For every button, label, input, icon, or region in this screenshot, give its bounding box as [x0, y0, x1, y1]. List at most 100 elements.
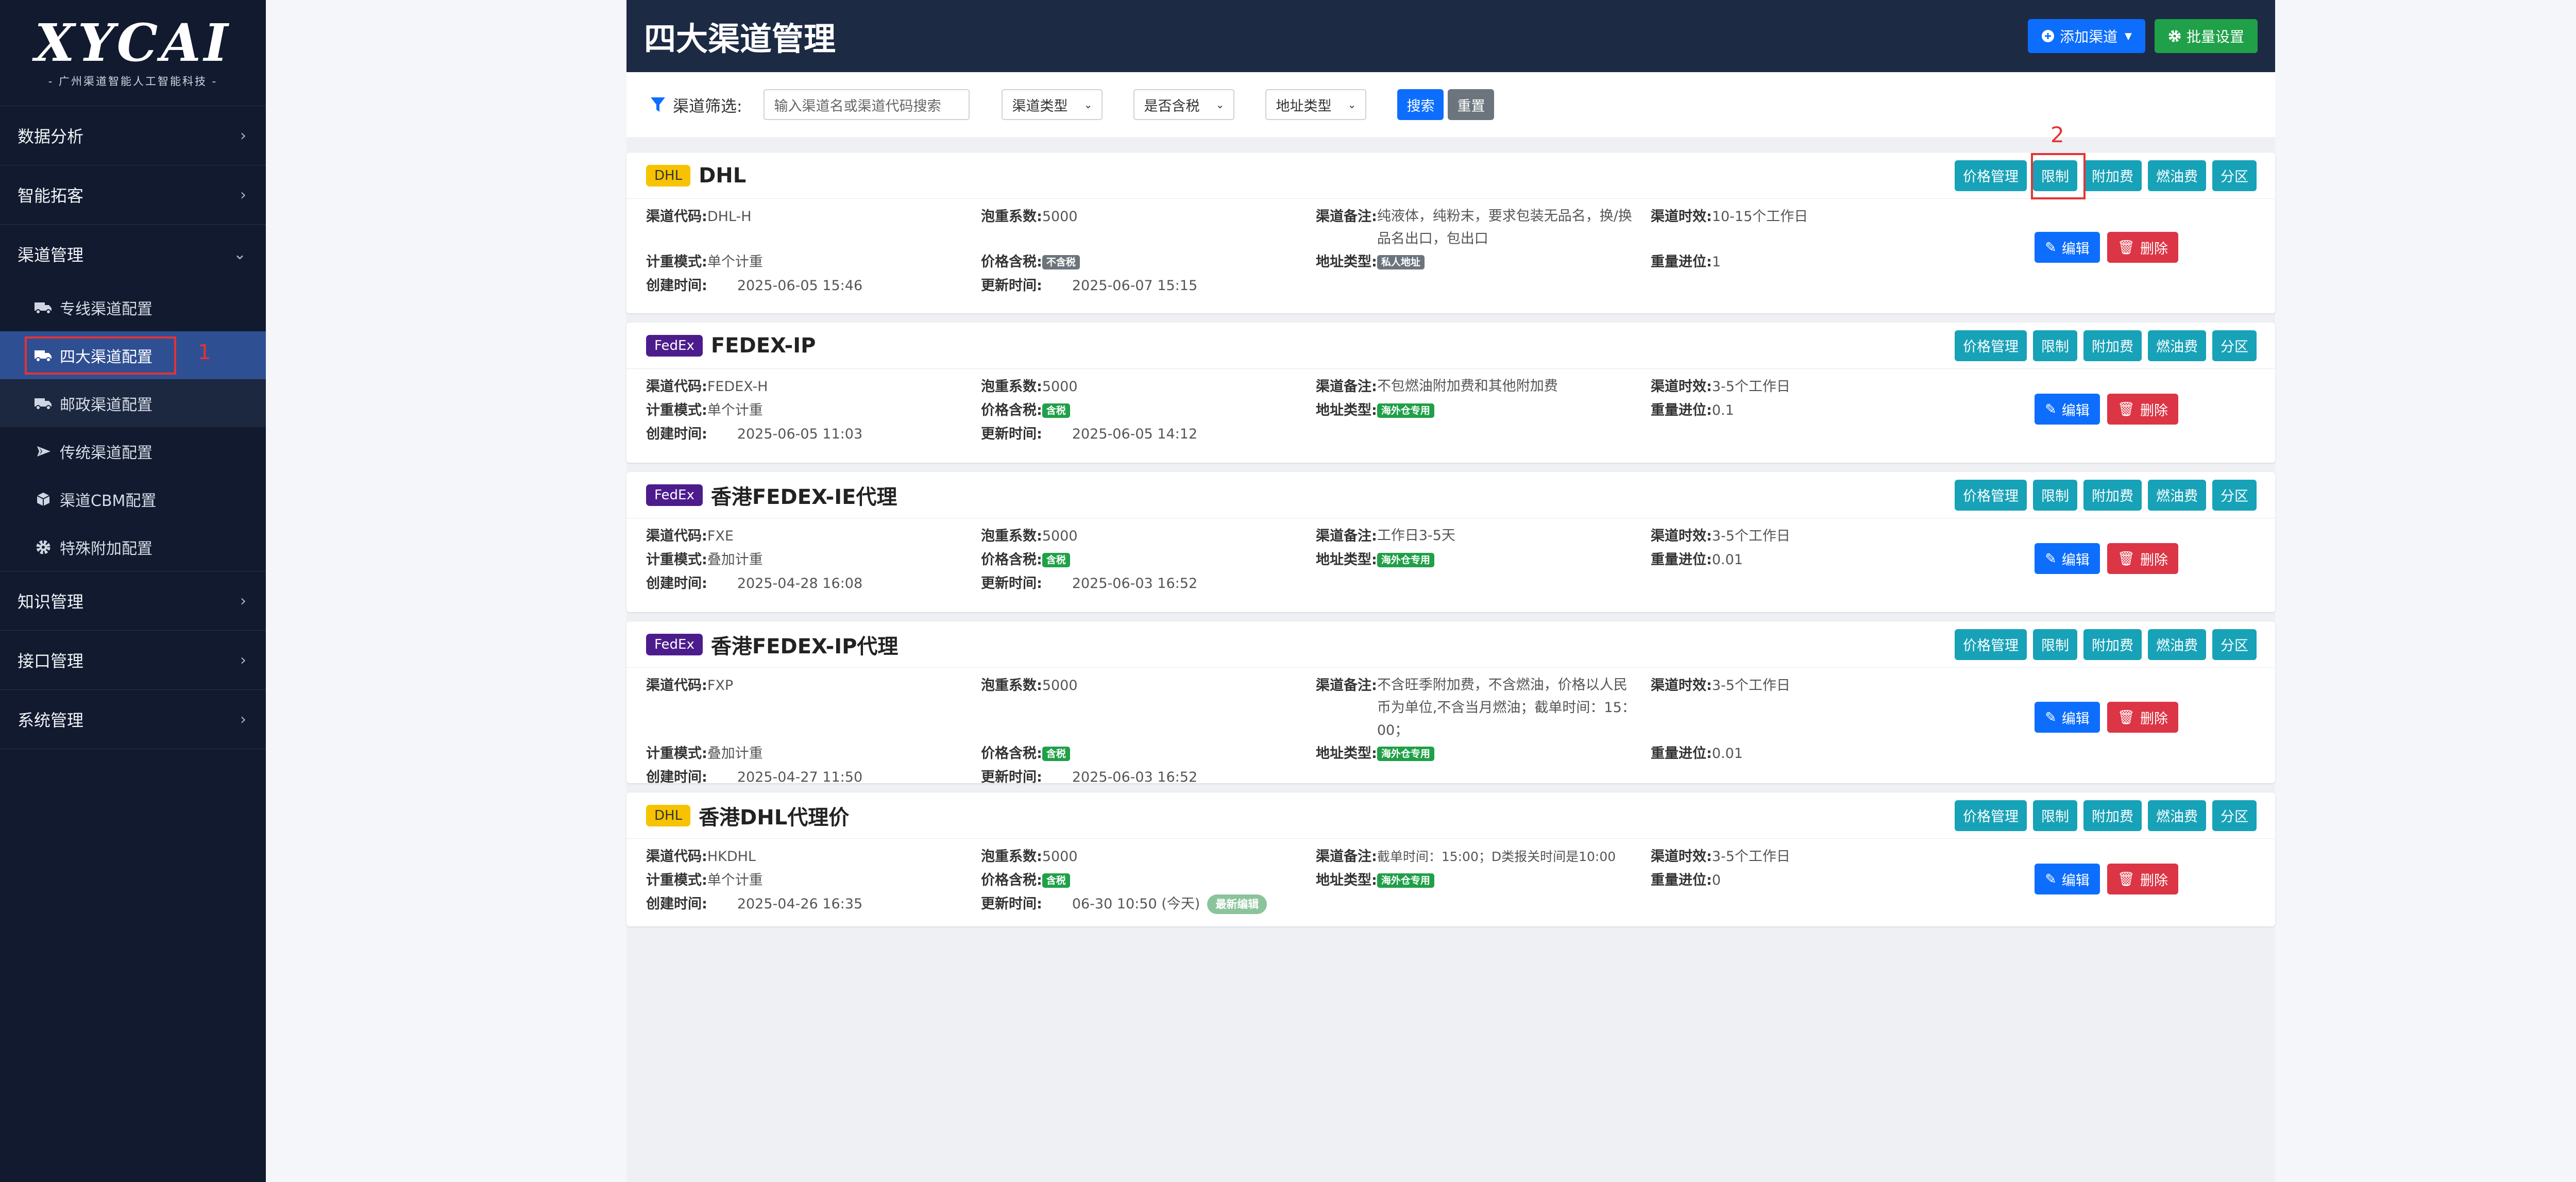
zone-button[interactable]: 分区: [2212, 160, 2257, 191]
nav-item-data-analysis[interactable]: 数据分析 ›: [0, 106, 266, 165]
zone-button[interactable]: 分区: [2212, 479, 2257, 511]
edit-label: 编辑: [2061, 241, 2090, 257]
surcharge-button[interactable]: 附加费: [2083, 160, 2142, 191]
delete-label: 删除: [2140, 241, 2168, 257]
chevron-down-icon: ⌄: [233, 245, 246, 263]
limit-button[interactable]: 限制: [2033, 800, 2077, 831]
remark-value: 工作日3-5天: [1377, 528, 1455, 544]
created-label: 创建时间:: [646, 426, 707, 442]
edit-label: 编辑: [2061, 711, 2090, 727]
remark-label: 渠道备注:: [1316, 849, 1377, 865]
channel-name: 香港FEDEX-IE代理: [710, 485, 897, 509]
detail-row: 创建时间: 2025-04-27 11:50 更新时间: 2025-06-03 16…: [646, 766, 2256, 789]
delete-label: 删除: [2140, 552, 2168, 568]
search-input[interactable]: 输入渠道名或渠道代码搜索: [764, 89, 970, 120]
price-tax-tag: 含税: [1042, 553, 1070, 567]
trash-icon: 🗑: [2117, 240, 2135, 256]
price-management-button[interactable]: 价格管理: [1955, 330, 2027, 361]
mode-value: 单个计重: [707, 402, 763, 418]
timeliness-value: 3-5个工作日: [1711, 678, 1790, 694]
search-button[interactable]: 搜索: [1397, 89, 1444, 120]
edit-button[interactable]: ✎ 编辑: [2035, 702, 2100, 733]
nav-item-knowledge[interactable]: 知识管理 ›: [0, 571, 266, 630]
address-type-label: 地址类型:: [1316, 872, 1377, 888]
nav-item-api[interactable]: 接口管理 ›: [0, 631, 266, 689]
chevron-right-icon: ›: [240, 710, 246, 729]
surcharge-button[interactable]: 附加费: [2083, 479, 2142, 511]
batch-settings-button[interactable]: 批量设置: [2154, 19, 2258, 53]
delete-button[interactable]: 🗑 删除: [2107, 232, 2178, 263]
sidebar-item-postal[interactable]: 邮政渠道配置: [0, 379, 266, 427]
code-label: 渠道代码:: [646, 849, 707, 865]
nav-group-knowledge: 知识管理 ›: [0, 571, 266, 630]
nav-item-system[interactable]: 系统管理 ›: [0, 690, 266, 749]
detail-row: 渠道代码: DHL-H 泡重系数: 5000 渠道备注: 纯液体，纯粉末，要求包装无品…: [646, 205, 2256, 250]
delete-button[interactable]: 🗑 删除: [2107, 864, 2178, 894]
delete-button[interactable]: 🗑 删除: [2107, 702, 2178, 733]
surcharge-button[interactable]: 附加费: [2083, 629, 2142, 660]
limit-button[interactable]: 限制: [2033, 479, 2077, 511]
limit-button[interactable]: 限制: [2033, 330, 2077, 361]
sidebar-item-traditional[interactable]: 传统渠道配置: [0, 427, 266, 475]
limit-button[interactable]: 限制: [2033, 629, 2077, 660]
channel-type-select[interactable]: 渠道类型 ⌄: [1002, 89, 1103, 120]
zone-button[interactable]: 分区: [2212, 629, 2257, 660]
fuel-fee-button[interactable]: 燃油费: [2148, 330, 2206, 361]
mode-value: 单个计重: [707, 254, 763, 270]
detail-row: 计重模式: 叠加计重 价格含税: 含税 地址类型: 海外仓专用 重量进位: 0.01: [646, 742, 2256, 766]
page-header: 四大渠道管理 添加渠道 ▼ 批量设置: [626, 0, 2275, 72]
created-label: 创建时间:: [646, 769, 707, 785]
fuel-fee-button[interactable]: 燃油费: [2148, 629, 2206, 660]
fuel-fee-button[interactable]: 燃油费: [2148, 800, 2206, 831]
sidebar-item-cbm[interactable]: 渠道CBM配置: [0, 475, 266, 523]
timeliness-value: 3-5个工作日: [1711, 849, 1790, 865]
price-management-button[interactable]: 价格管理: [1955, 160, 2027, 191]
price-management-button[interactable]: 价格管理: [1955, 479, 2027, 511]
detail-row: 创建时间: 2025-06-05 15:46 更新时间: 2025-06-07 15…: [646, 274, 2256, 298]
code-label: 渠道代码:: [646, 209, 707, 225]
address-type-select[interactable]: 地址类型 ⌄: [1265, 89, 1367, 120]
fuel-fee-button[interactable]: 燃油费: [2148, 479, 2206, 511]
mode-label: 计重模式:: [646, 872, 707, 888]
delete-button[interactable]: 🗑 删除: [2107, 543, 2178, 574]
nav-item-label: 知识管理: [18, 592, 84, 612]
reset-button[interactable]: 重置: [1448, 89, 1495, 120]
remark-value: 截单时间：15:00；D类报关时间是10:00: [1377, 849, 1616, 864]
surcharge-button[interactable]: 附加费: [2083, 330, 2142, 361]
chevron-right-icon: ›: [240, 592, 246, 610]
sidebar-item-big-four[interactable]: 四大渠道配置 1: [0, 331, 266, 379]
price-management-button[interactable]: 价格管理: [1955, 800, 2027, 831]
zone-button[interactable]: 分区: [2212, 800, 2257, 831]
timeliness-value: 3-5个工作日: [1711, 379, 1790, 395]
updated-value: 2025-06-03 16:52: [1072, 576, 1198, 592]
card-title: FedEx 香港FEDEX-IE代理: [646, 480, 897, 510]
nav-item-smart-leads[interactable]: 智能拓客 ›: [0, 165, 266, 224]
logo[interactable]: XYCAI - 广州渠道智能人工智能科技 -: [0, 0, 266, 106]
tax-included-select[interactable]: 是否含税 ⌄: [1133, 89, 1235, 120]
add-channel-button[interactable]: 添加渠道 ▼: [2028, 19, 2145, 53]
sidebar-item-dedicated-line[interactable]: 专线渠道配置: [0, 283, 266, 331]
price-management-button[interactable]: 价格管理: [1955, 629, 2027, 660]
edit-button[interactable]: ✎ 编辑: [2035, 394, 2100, 425]
delete-label: 删除: [2140, 402, 2168, 419]
truck-icon: [32, 300, 55, 315]
logo-text: XYCAI: [35, 12, 231, 73]
created-value: 2025-04-27 11:50: [737, 769, 863, 785]
main-content: 四大渠道管理 添加渠道 ▼ 批量设置 渠道筛选: 输入渠道名或渠道代码搜索 渠道…: [626, 0, 2275, 1182]
edit-button[interactable]: ✎ 编辑: [2035, 543, 2100, 574]
edit-button[interactable]: ✎ 编辑: [2035, 232, 2100, 263]
bubble-label: 泡重系数:: [981, 379, 1042, 395]
delete-button[interactable]: 🗑 删除: [2107, 394, 2178, 425]
header-actions: 添加渠道 ▼ 批量设置: [2028, 19, 2258, 53]
card-title: FedEx 香港FEDEX-IP代理: [646, 630, 898, 660]
trash-icon: 🗑: [2117, 401, 2135, 417]
nav-item-channel-management[interactable]: 渠道管理 ⌄: [0, 225, 266, 283]
fuel-fee-button[interactable]: 燃油费: [2148, 160, 2206, 191]
edit-button[interactable]: ✎ 编辑: [2035, 864, 2100, 894]
sidebar-item-special[interactable]: 特殊附加配置: [0, 523, 266, 571]
zone-button[interactable]: 分区: [2212, 330, 2257, 361]
surcharge-button[interactable]: 附加费: [2083, 800, 2142, 831]
bubble-value: 5000: [1042, 209, 1078, 225]
card-title: DHL 香港DHL代理价: [646, 801, 849, 831]
updated-value: 2025-06-07 15:15: [1072, 278, 1198, 294]
